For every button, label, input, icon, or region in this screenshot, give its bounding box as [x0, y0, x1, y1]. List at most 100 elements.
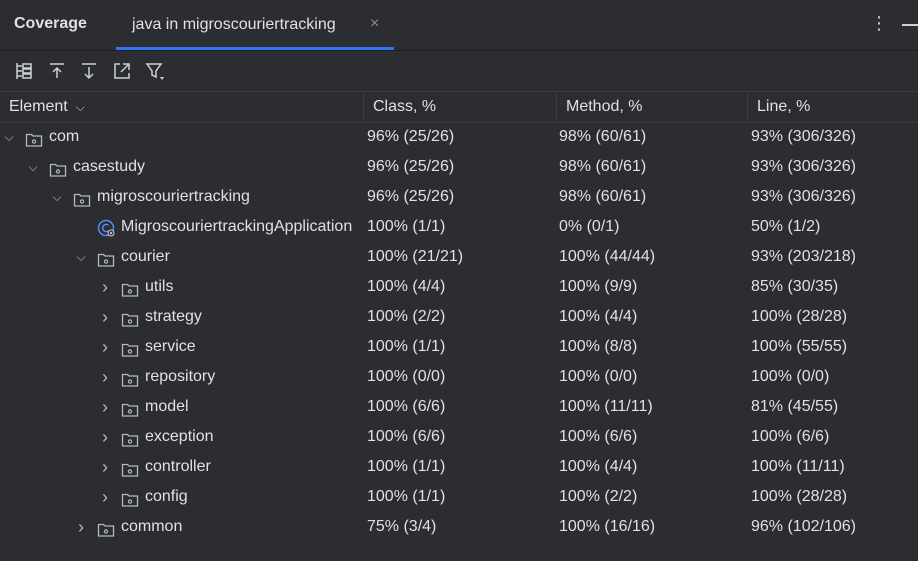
element-cell: › controller	[0, 452, 363, 482]
method-coverage-cell: 100% (44/44)	[559, 248, 656, 265]
chevron-right-icon[interactable]: ›	[98, 422, 112, 452]
tab-java-in-migroscouriertracking[interactable]: java in migroscouriertracking ×	[116, 0, 394, 50]
element-column-label: Element	[9, 98, 68, 115]
method-coverage-cell: 100% (2/2)	[559, 488, 638, 505]
line-coverage-cell: 100% (6/6)	[751, 428, 830, 445]
line-column-header[interactable]: Line, %	[747, 92, 918, 122]
class-column-header[interactable]: Class, %	[363, 92, 556, 122]
tree-row[interactable]: ⌵ casestudy 96% (25/26) 98% (60/61) 93% (306…	[0, 152, 918, 182]
package-folder-icon	[121, 399, 139, 417]
coverage-tree: ⌵ com 96% (25/26) 98% (60/61) 93% (306/326) ⌵…	[0, 122, 918, 542]
tree-row[interactable]: MigroscouriertrackingApplication 100% (1/…	[0, 212, 918, 242]
package-folder-icon	[121, 279, 139, 297]
class-coverage-cell: 100% (4/4)	[367, 278, 446, 295]
method-coverage-cell: 100% (0/0)	[559, 368, 638, 385]
method-column-header[interactable]: Method, %	[556, 92, 747, 122]
tree-row[interactable]: › repository 100% (0/0) 100% (0/0) 100% (0/0…	[0, 362, 918, 392]
package-folder-icon	[121, 429, 139, 447]
filter-icon[interactable]	[144, 60, 166, 82]
class-coverage-cell: 100% (21/21)	[367, 248, 464, 265]
chevron-right-icon[interactable]: ›	[98, 332, 112, 362]
chevron-down-icon[interactable]: ⌵	[2, 122, 16, 152]
element-name: model	[145, 398, 189, 415]
flatten-packages-icon[interactable]	[13, 60, 35, 82]
tree-row[interactable]: › utils 100% (4/4) 100% (9/9) 85% (30/35)	[0, 272, 918, 302]
element-name: config	[145, 488, 188, 505]
more-options-icon[interactable]: ⋮	[870, 13, 888, 37]
line-coverage-cell: 96% (102/106)	[751, 518, 856, 535]
chevron-right-icon[interactable]: ›	[98, 452, 112, 482]
package-folder-icon	[121, 339, 139, 357]
panel-title: Coverage	[14, 15, 87, 32]
element-name: migroscouriertracking	[97, 188, 250, 205]
chevron-right-icon[interactable]: ›	[98, 482, 112, 512]
coverage-toolbar	[0, 50, 918, 91]
element-cell: › model	[0, 392, 363, 422]
method-coverage-cell: 100% (9/9)	[559, 278, 638, 295]
line-coverage-cell: 93% (203/218)	[751, 248, 856, 265]
element-name: strategy	[145, 308, 202, 325]
chevron-down-icon[interactable]: ⌵	[74, 242, 88, 272]
element-cell: ⌵ com	[0, 122, 363, 152]
element-cell: ⌵ courier	[0, 242, 363, 272]
tree-row[interactable]: › model 100% (6/6) 100% (11/11) 81% (45/55)	[0, 392, 918, 422]
export-up-icon[interactable]	[46, 60, 68, 82]
package-folder-icon	[121, 369, 139, 387]
tree-row[interactable]: ⌵ com 96% (25/26) 98% (60/61) 93% (306/326)	[0, 122, 918, 152]
method-coverage-cell: 100% (11/11)	[559, 398, 653, 415]
class-coverage-cell: 96% (25/26)	[367, 188, 455, 205]
line-coverage-cell: 100% (55/55)	[751, 338, 848, 355]
element-cell: › strategy	[0, 302, 363, 332]
chevron-right-icon[interactable]: ›	[98, 272, 112, 302]
chevron-down-icon[interactable]: ⌵	[26, 152, 40, 182]
element-cell: › utils	[0, 272, 363, 302]
package-folder-icon	[97, 249, 115, 267]
chevron-right-icon[interactable]: ›	[98, 362, 112, 392]
class-coverage-cell: 100% (1/1)	[367, 338, 446, 355]
element-cell: ⌵ migroscouriertracking	[0, 182, 363, 212]
chevron-right-icon[interactable]: ›	[98, 302, 112, 332]
tree-row[interactable]: › service 100% (1/1) 100% (8/8) 100% (55/55)	[0, 332, 918, 362]
method-coverage-cell: 100% (8/8)	[559, 338, 638, 355]
tree-row[interactable]: › strategy 100% (2/2) 100% (4/4) 100% (28/28…	[0, 302, 918, 332]
tree-row[interactable]: › controller 100% (1/1) 100% (4/4) 100% (11/…	[0, 452, 918, 482]
tree-row[interactable]: › config 100% (1/1) 100% (2/2) 100% (28/28)	[0, 482, 918, 512]
open-external-icon[interactable]	[111, 60, 133, 82]
tree-row[interactable]: ⌵ courier 100% (21/21) 100% (44/44) 93% (203…	[0, 242, 918, 272]
element-cell: › repository	[0, 362, 363, 392]
element-cell: › config	[0, 482, 363, 512]
element-cell: › common	[0, 512, 363, 542]
close-icon[interactable]: ×	[370, 15, 379, 33]
line-column-label: Line, %	[757, 98, 811, 115]
chevron-down-icon[interactable]: ⌵	[76, 92, 85, 122]
element-name: com	[49, 128, 80, 145]
method-coverage-cell: 100% (6/6)	[559, 428, 638, 445]
tree-row[interactable]: ⌵ migroscouriertracking 96% (25/26) 98% (60…	[0, 182, 918, 212]
element-cell: MigroscouriertrackingApplication	[0, 212, 363, 242]
line-coverage-cell: 100% (28/28)	[751, 488, 848, 505]
class-coverage-cell: 100% (1/1)	[367, 458, 446, 475]
class-coverage-cell: 100% (2/2)	[367, 308, 446, 325]
import-down-icon[interactable]	[78, 60, 100, 82]
method-coverage-cell: 100% (4/4)	[559, 308, 638, 325]
element-name: casestudy	[73, 158, 146, 175]
tree-row[interactable]: › common 75% (3/4) 100% (16/16) 96% (102/106…	[0, 512, 918, 542]
package-folder-icon	[49, 159, 67, 177]
package-folder-icon	[121, 309, 139, 327]
package-folder-icon	[121, 459, 139, 477]
method-coverage-cell: 98% (60/61)	[559, 128, 647, 145]
element-cell: › service	[0, 332, 363, 362]
column-headers: Element ⌵ Class, % Method, % Line, %	[0, 91, 918, 123]
element-name: MigroscouriertrackingApplication	[121, 218, 353, 235]
class-coverage-cell: 75% (3/4)	[367, 518, 437, 535]
chevron-right-icon[interactable]: ›	[98, 392, 112, 422]
line-coverage-cell: 93% (306/326)	[751, 188, 856, 205]
chevron-right-icon[interactable]: ›	[74, 512, 88, 542]
tree-row[interactable]: › exception 100% (6/6) 100% (6/6) 100% (6/6)	[0, 422, 918, 452]
chevron-down-icon[interactable]: ⌵	[50, 182, 64, 212]
class-coverage-cell: 100% (0/0)	[367, 368, 446, 385]
element-name: exception	[145, 428, 214, 445]
minimize-icon[interactable]	[902, 24, 918, 26]
element-column-header[interactable]: Element ⌵	[0, 92, 363, 122]
class-coverage-cell: 100% (6/6)	[367, 428, 446, 445]
